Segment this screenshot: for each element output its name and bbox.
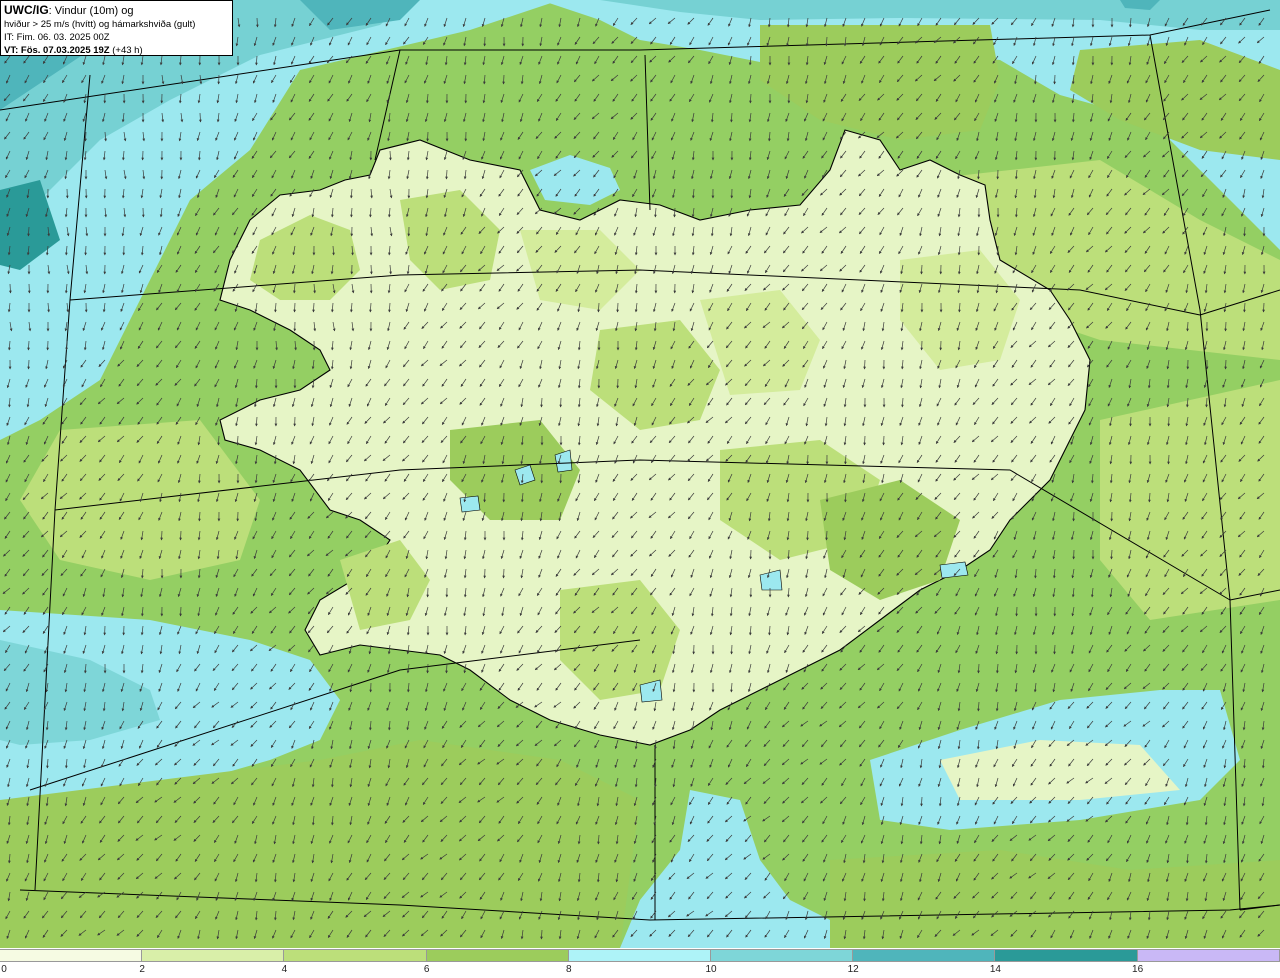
wind-arrow [1072,511,1076,522]
legend-tick-label: 12 [847,964,859,975]
wind-arrow [1224,359,1228,370]
wind-arrow [179,606,183,617]
wind-arrow [179,530,183,541]
wind-arrow [616,302,620,313]
legend-tick-label: 14 [989,964,1001,975]
legend-swatch [853,949,996,962]
wind-arrow [1224,321,1228,332]
wind-arrow [1262,302,1266,313]
legend-tick-label: 2 [139,964,145,975]
title-line: UWC/IG: Vindur (10m) og [4,3,228,18]
wind-arrow [483,492,487,503]
legend-tick-label: 16 [1132,964,1144,975]
wind-arrow [502,568,506,579]
wind-arrow [426,663,430,674]
wind-arrow [882,435,886,446]
wind-arrow [502,74,506,85]
wind-arrow [730,644,734,655]
wind-arrow [27,359,31,370]
wind-arrow [1015,606,1019,617]
legend-swatch [568,949,711,962]
legend-swatch [426,949,569,962]
wind-arrow [426,131,430,142]
legend-swatch [142,949,285,962]
wind-arrow [806,454,810,465]
wind-arrow [198,112,202,123]
wind-arrow [8,283,12,294]
valid-offset: (+43 h) [109,45,143,56]
legend-swatch [0,949,143,962]
wind-arrow [255,17,259,28]
wind-map[interactable]: UWC/IG: Vindur (10m) og hviður > 25 m/s … [0,0,1280,948]
model-name: UWC/IG [4,3,49,17]
legend-tick-label: 10 [705,964,717,975]
title-text: : Vindur (10m) og [48,5,134,17]
wind-arrow [863,359,867,370]
map-canvas[interactable] [0,0,1280,948]
valid-time-line: VT: Fös. 07.03.2025 19Z (+43 h) [4,44,228,57]
valid-time: VT: Fös. 07.03.2025 19Z [4,45,110,56]
wind-arrow [293,302,297,313]
wind-arrow [160,530,164,541]
wind-arrow [369,264,373,275]
wind-arrow [1053,74,1057,85]
subtitle: hviður > 25 m/s (hvítt) og hámarkshviða … [4,19,196,30]
wind-arrow [84,245,88,256]
legend-tick-label: 6 [423,964,430,975]
legend-swatch [711,949,854,962]
legend-swatch [284,949,427,962]
legend-tick-label: 8 [566,964,572,975]
color-legend: 0 2 4 6 8 10 12 14 16 [0,948,1280,978]
map-info-box: UWC/IG: Vindur (10m) og hviður > 25 m/s … [0,0,233,56]
wind-arrow [863,435,867,446]
legend-swatch [1137,949,1280,962]
legend-tick-label: 0 [1,964,7,975]
legend-tick-label: 4 [281,964,288,975]
legend-swatch [995,949,1138,962]
init-time: IT: Fim. 06. 03. 2025 00Z [4,32,110,43]
wind-arrow [65,340,69,351]
